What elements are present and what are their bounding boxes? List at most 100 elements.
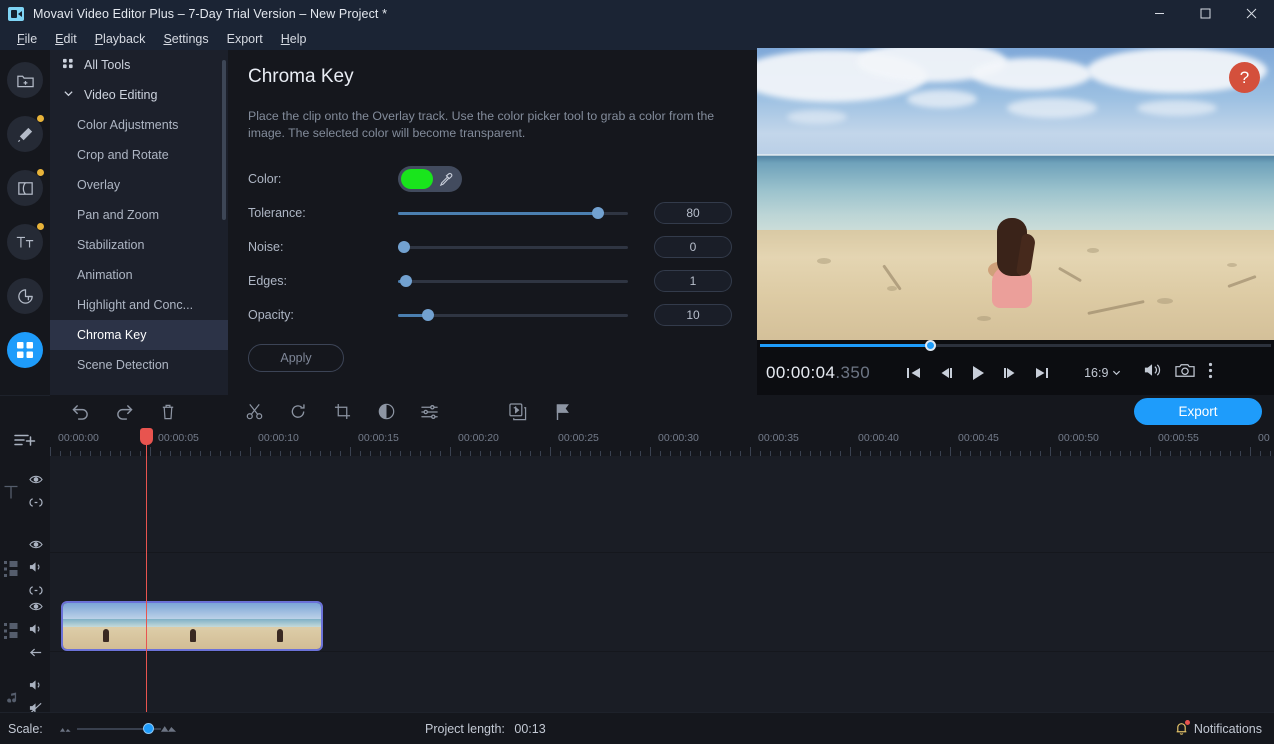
speaker-icon[interactable] bbox=[29, 560, 43, 578]
clip-properties-button[interactable] bbox=[506, 400, 530, 424]
color-label: Color: bbox=[248, 172, 282, 186]
aspect-ratio-selector[interactable]: 16:9 bbox=[1084, 366, 1121, 380]
tool-item-highlight-and-conceal[interactable]: Highlight and Conc... bbox=[50, 290, 228, 320]
audio-track-strip[interactable] bbox=[50, 652, 1274, 712]
import-media-button[interactable] bbox=[7, 62, 43, 98]
maximize-icon[interactable] bbox=[1182, 0, 1228, 27]
undo-button[interactable] bbox=[68, 400, 92, 424]
playhead-handle[interactable] bbox=[140, 428, 153, 445]
question-mark-icon[interactable]: ? bbox=[1229, 62, 1260, 93]
tools-group-video-editing[interactable]: Video Editing bbox=[50, 80, 228, 110]
minimize-icon[interactable] bbox=[1136, 0, 1182, 27]
scale-knob[interactable] bbox=[142, 722, 154, 734]
grid-icon bbox=[63, 58, 75, 72]
tool-item-crop-and-rotate[interactable]: Crop and Rotate bbox=[50, 140, 228, 170]
tool-item-overlay[interactable]: Overlay bbox=[50, 170, 228, 200]
tool-item-stabilization[interactable]: Stabilization bbox=[50, 230, 228, 260]
left-tool-rail bbox=[0, 50, 50, 395]
arrow-left-icon[interactable] bbox=[29, 645, 43, 663]
camera-icon[interactable] bbox=[1175, 362, 1196, 384]
large-mountains-icon[interactable] bbox=[160, 720, 177, 738]
playhead[interactable] bbox=[140, 428, 153, 712]
menu-help[interactable]: Help bbox=[272, 29, 316, 49]
previous-frame-button[interactable] bbox=[934, 361, 958, 385]
cloud bbox=[1007, 98, 1097, 118]
eye-icon[interactable] bbox=[29, 599, 43, 617]
tool-item-scene-detection[interactable]: Scene Detection bbox=[50, 350, 228, 380]
tools-scrollbar[interactable] bbox=[222, 60, 226, 220]
timecode-main: 00:00:04 bbox=[766, 362, 836, 382]
tool-item-color-adjustments[interactable]: Color Adjustments bbox=[50, 110, 228, 140]
speaker-icon[interactable] bbox=[29, 622, 43, 640]
delete-button[interactable] bbox=[156, 400, 180, 424]
tool-item-pan-and-zoom[interactable]: Pan and Zoom bbox=[50, 200, 228, 230]
noise-value[interactable]: 0 bbox=[654, 236, 732, 258]
menu-export[interactable]: Export bbox=[218, 29, 272, 49]
color-swatch[interactable] bbox=[401, 169, 433, 189]
eyedropper-icon[interactable] bbox=[438, 172, 453, 187]
tools-list-panel: All Tools Video Editing Color Adjustment… bbox=[50, 50, 228, 395]
bell-icon bbox=[1175, 720, 1190, 736]
menu-playback[interactable]: Playback bbox=[86, 29, 155, 49]
notifications-button[interactable]: Notifications bbox=[1175, 720, 1262, 736]
go-to-end-button[interactable] bbox=[1030, 361, 1054, 385]
title-T-icon bbox=[0, 472, 22, 512]
tolerance-slider[interactable] bbox=[398, 205, 628, 221]
menu-file[interactable]: FFileile bbox=[8, 29, 46, 49]
eye-icon[interactable] bbox=[29, 472, 43, 490]
add-track-button[interactable] bbox=[14, 432, 36, 455]
timeline-ruler[interactable]: 00:00:00 00:00:05 00:00:10 00:00:15 00:0… bbox=[50, 428, 1274, 456]
window-controls bbox=[1136, 0, 1274, 27]
titles-track-strip[interactable] bbox=[50, 456, 1274, 552]
redo-button[interactable] bbox=[112, 400, 136, 424]
scale-slider[interactable] bbox=[59, 721, 179, 737]
rotate-button[interactable] bbox=[286, 400, 310, 424]
video-clip[interactable] bbox=[61, 601, 323, 651]
export-button[interactable]: Export bbox=[1134, 398, 1262, 425]
ruler-label: 00:00:00 bbox=[58, 432, 99, 444]
filmstrip-icon bbox=[0, 604, 22, 658]
play-button[interactable] bbox=[966, 361, 990, 385]
edges-slider[interactable] bbox=[398, 273, 628, 289]
go-to-start-button[interactable] bbox=[902, 361, 926, 385]
color-adjust-button[interactable] bbox=[374, 400, 398, 424]
more-tools-button[interactable] bbox=[7, 332, 43, 368]
apply-button[interactable]: Apply bbox=[248, 344, 344, 372]
preview-scrubber[interactable] bbox=[757, 340, 1274, 351]
filters-button[interactable] bbox=[7, 115, 44, 152]
kebab-menu-icon[interactable] bbox=[1208, 362, 1213, 384]
tolerance-value[interactable]: 80 bbox=[654, 202, 732, 224]
tool-item-chroma-key[interactable]: Chroma Key bbox=[50, 320, 228, 350]
opacity-value[interactable]: 10 bbox=[654, 304, 732, 326]
split-button[interactable] bbox=[242, 400, 266, 424]
link-icon[interactable] bbox=[29, 495, 43, 513]
tools-all-tools[interactable]: All Tools bbox=[50, 50, 228, 80]
crop-button[interactable] bbox=[330, 400, 354, 424]
small-mountains-icon[interactable] bbox=[59, 720, 72, 738]
transitions-button[interactable] bbox=[7, 169, 44, 206]
properties-button[interactable] bbox=[418, 400, 442, 424]
slider-knob[interactable] bbox=[592, 207, 604, 219]
eye-icon[interactable] bbox=[29, 537, 43, 555]
ruler-tick bbox=[850, 447, 851, 456]
speaker-icon[interactable] bbox=[1143, 362, 1162, 383]
ruler-tick bbox=[250, 447, 251, 456]
slider-knob[interactable] bbox=[398, 241, 410, 253]
edges-value[interactable]: 1 bbox=[654, 270, 732, 292]
next-frame-button[interactable] bbox=[998, 361, 1022, 385]
tools-all-tools-label: All Tools bbox=[84, 58, 131, 72]
close-icon[interactable] bbox=[1228, 0, 1274, 27]
menu-edit[interactable]: Edit bbox=[46, 29, 86, 49]
titles-button[interactable] bbox=[7, 223, 44, 260]
ruler-label: 00:00:05 bbox=[158, 432, 199, 444]
color-picker-widget[interactable] bbox=[398, 166, 462, 192]
opacity-slider[interactable] bbox=[398, 307, 628, 323]
noise-slider[interactable] bbox=[398, 239, 628, 255]
speaker-icon[interactable] bbox=[29, 678, 43, 696]
tool-item-animation[interactable]: Animation bbox=[50, 260, 228, 290]
slider-knob[interactable] bbox=[422, 309, 434, 321]
marker-button[interactable] bbox=[550, 400, 574, 424]
stickers-button[interactable] bbox=[7, 278, 43, 314]
menu-settings[interactable]: Settings bbox=[154, 29, 217, 49]
slider-knob[interactable] bbox=[400, 275, 412, 287]
